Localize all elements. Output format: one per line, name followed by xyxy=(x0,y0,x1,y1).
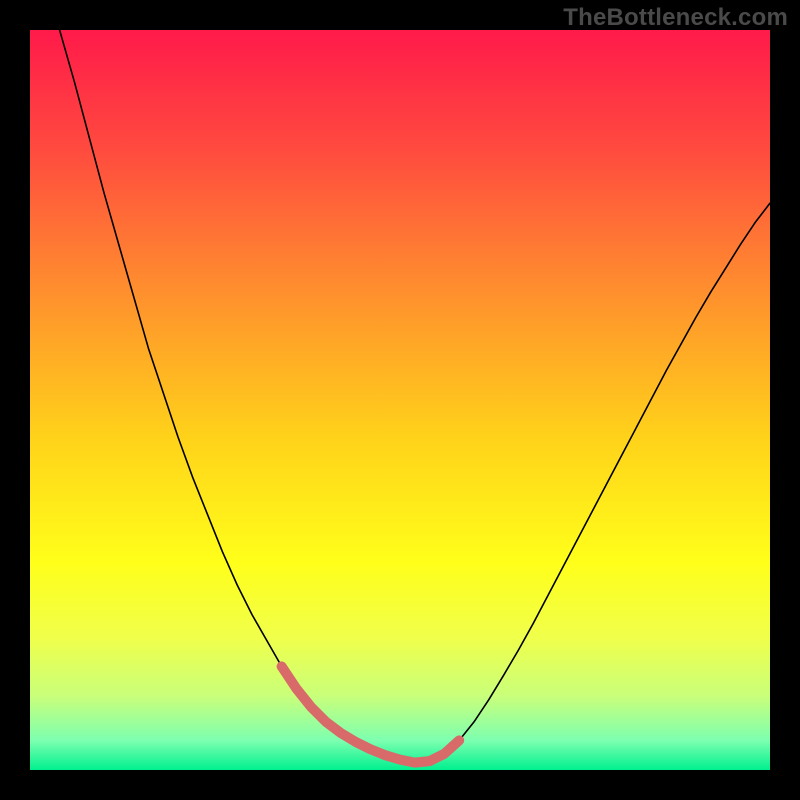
plot-area xyxy=(30,30,770,770)
watermark-text: TheBottleneck.com xyxy=(563,4,788,32)
gradient-background xyxy=(30,30,770,770)
chart-frame: TheBottleneck.com xyxy=(0,0,800,800)
chart-svg xyxy=(30,30,770,770)
